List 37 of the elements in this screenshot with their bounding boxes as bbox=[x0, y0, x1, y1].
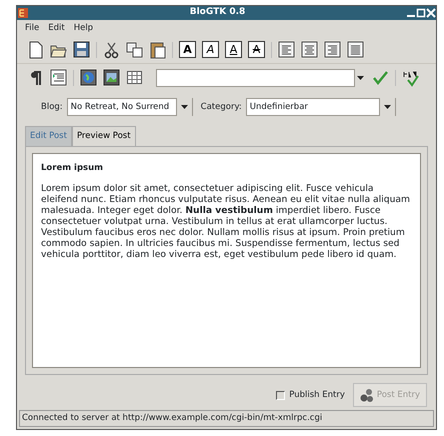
scissors-icon[interactable] bbox=[103, 40, 120, 58]
publish-checkbox[interactable]: Publish Entry bbox=[276, 388, 345, 402]
italic-button[interactable]: A bbox=[202, 41, 219, 58]
clipboard-icon[interactable] bbox=[149, 40, 166, 58]
picture-icon[interactable] bbox=[103, 69, 120, 87]
align-center-icon[interactable] bbox=[301, 40, 318, 58]
checkmark-icon[interactable] bbox=[372, 69, 389, 87]
dropdown-arrow-icon bbox=[382, 103, 392, 111]
preview-paragraph: Lorem ipsum dolor sit amet, consectetuer adipiscing elit. Fusce vehicula eleifend nunc. Etiam rhoncus vulputate risus. Aenean eu elit vitae nulla aliquam malesuada. Integer eget dolor. Nulla vestibulum imperdiet libero. Fusce consectetuer volutpat urna. Vestibulum in tellus at erat ullamcorper luctus. Vestibulum faucibus eros nec dolor. Nullam mollis risus at ipsum. Proin pretium commodo sapien. In ultricies faucibus mi. Suspendisse fermentum, lectus sed vehicula porttitor, diam leo viverra est, eget vestibulum pede libero id quam. bbox=[41, 182, 411, 260]
preview-heading: Lorem ipsum bbox=[41, 162, 103, 173]
globe-icon[interactable] bbox=[80, 69, 97, 87]
dropdown-arrow-icon bbox=[180, 103, 189, 111]
align-right-icon[interactable] bbox=[324, 40, 341, 58]
strikethrough-button[interactable]: A bbox=[248, 41, 265, 58]
close-icon[interactable] bbox=[426, 7, 436, 19]
blog-label: Blog: bbox=[41, 100, 63, 114]
indented-list-icon[interactable] bbox=[50, 69, 67, 87]
new-document-icon[interactable] bbox=[27, 40, 44, 58]
menu-item[interactable]: File bbox=[25, 22, 40, 34]
menu-item[interactable]: Edit bbox=[48, 22, 65, 34]
table-grid-icon[interactable] bbox=[126, 69, 143, 87]
app-logo-icon bbox=[17, 7, 29, 19]
menu-item[interactable]: Help bbox=[74, 22, 94, 34]
tab[interactable]: Preview Post bbox=[72, 126, 136, 146]
window-title: BloGTK 0.8 bbox=[188, 6, 246, 20]
blog-dropdown[interactable]: No Retreat, No Surrend bbox=[66, 98, 193, 116]
copy-icon[interactable] bbox=[126, 40, 143, 58]
align-left-icon[interactable] bbox=[278, 40, 295, 58]
category-label: Category: bbox=[200, 100, 242, 114]
justify-icon[interactable] bbox=[347, 40, 364, 58]
gears-icon bbox=[360, 388, 374, 402]
status-bar: Connected to server at http://www.example.com/cgi-bin/mt-xmlrpc.cgi bbox=[19, 410, 434, 427]
bold-button[interactable]: A bbox=[179, 41, 196, 58]
underline-button[interactable]: A bbox=[225, 41, 242, 58]
category-dropdown[interactable]: Undefinierbar bbox=[246, 98, 396, 116]
dropdown-field[interactable] bbox=[153, 69, 366, 87]
maximize-icon[interactable] bbox=[416, 7, 426, 19]
